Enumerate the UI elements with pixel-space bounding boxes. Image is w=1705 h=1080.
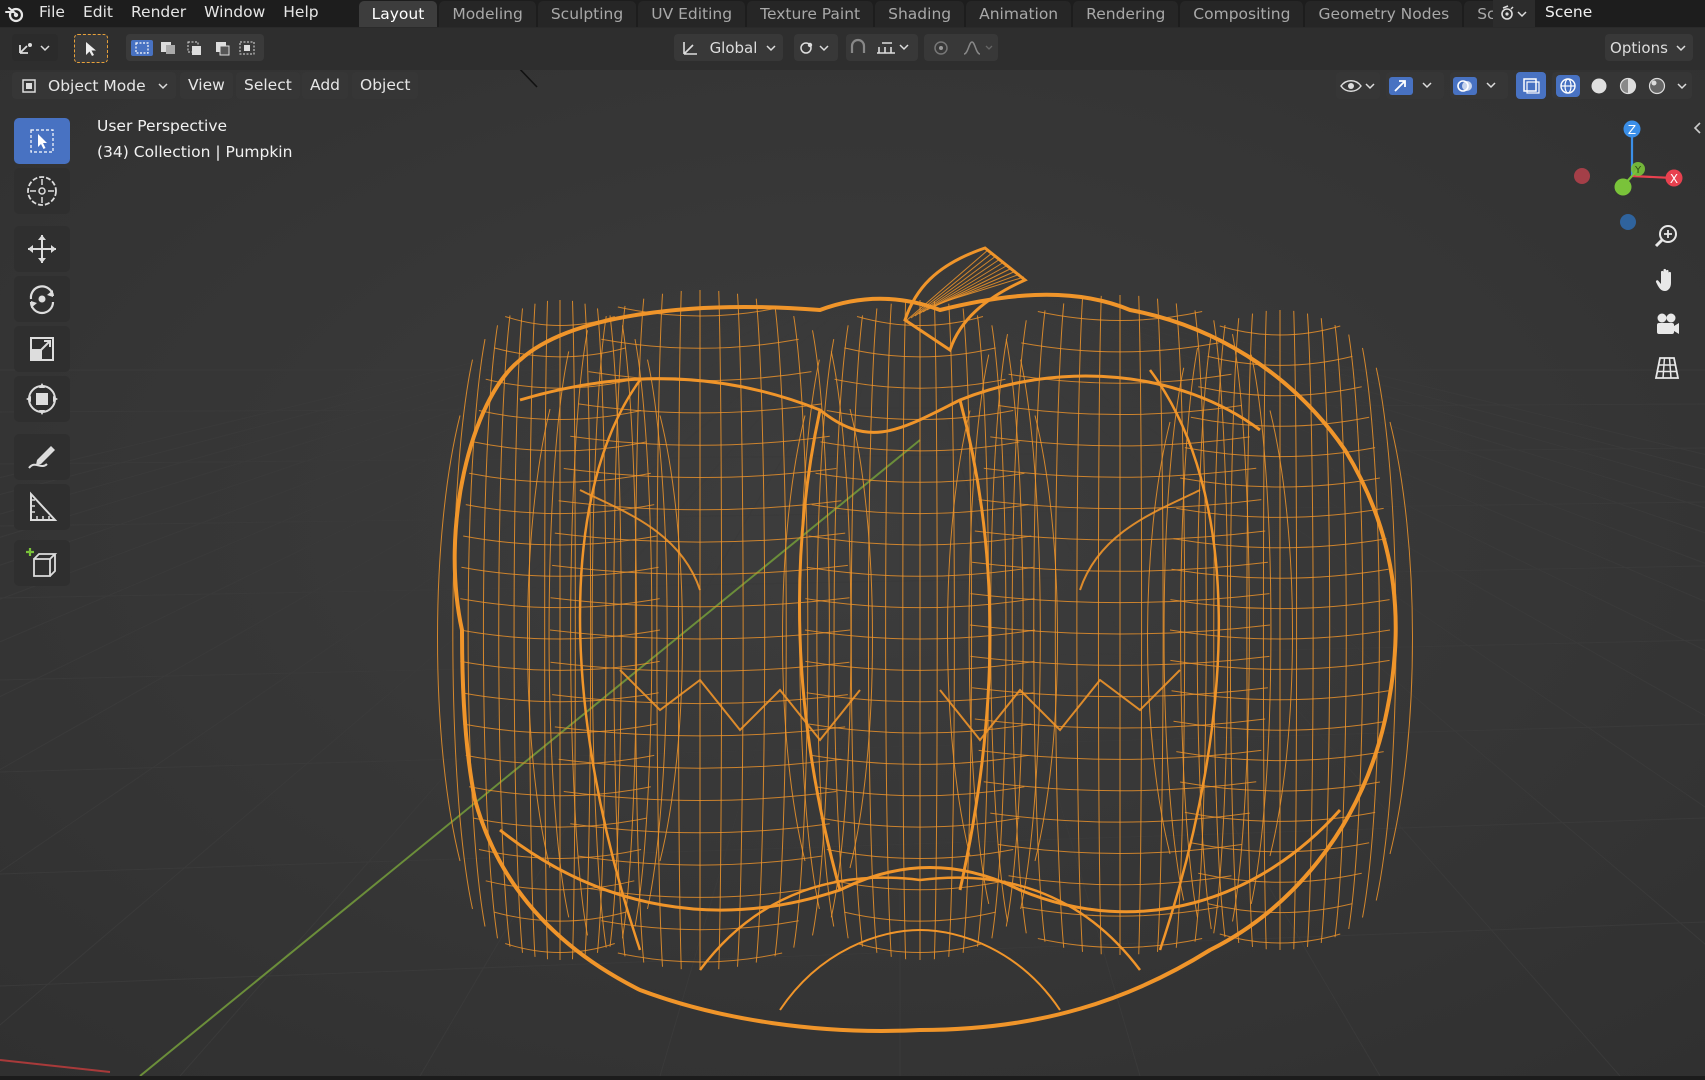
wireframe-shading-icon[interactable]	[1556, 74, 1581, 97]
zoom-icon	[1654, 225, 1677, 248]
gizmo-toggle[interactable]	[1386, 72, 1444, 99]
x-axis-label: X	[1670, 172, 1678, 186]
overlays-toggle[interactable]	[1450, 72, 1508, 99]
pivot-point-dropdown[interactable]	[794, 34, 838, 61]
chevron-down-icon[interactable]	[1676, 81, 1688, 91]
sidebar-toggle-icon[interactable]	[1690, 120, 1704, 136]
transform-orientation-dropdown[interactable]: Global	[674, 34, 783, 61]
hand-icon	[1655, 268, 1671, 291]
transform-icon	[26, 383, 58, 415]
top-bar: File Edit Render Window Help Layout Mode…	[0, 0, 1705, 27]
chevron-down-icon	[158, 82, 168, 89]
scene-dropdown-icon[interactable]	[1493, 0, 1535, 27]
menu-edit[interactable]: Edit	[74, 0, 122, 27]
orientation-icon	[682, 41, 697, 55]
menu-add[interactable]: Add	[302, 72, 349, 99]
menu-help[interactable]: Help	[274, 0, 327, 27]
options-label: Options	[1610, 38, 1668, 57]
viewport-header: Object Mode View Select Add Object	[0, 70, 1705, 104]
select-box-tool[interactable]	[14, 118, 70, 164]
object-mode-icon	[22, 78, 36, 93]
measure-icon	[30, 491, 58, 521]
tab-shading[interactable]: Shading	[875, 1, 965, 27]
tab-compositing[interactable]: Compositing	[1180, 1, 1304, 27]
xray-toggle[interactable]	[1516, 72, 1546, 99]
rotate-icon	[29, 285, 55, 315]
tab-modeling[interactable]: Modeling	[439, 1, 536, 27]
menu-select[interactable]: Select	[236, 72, 300, 99]
annotate-tool[interactable]	[14, 434, 70, 480]
proportional-editing-group[interactable]	[924, 34, 998, 61]
menu-object[interactable]: Object	[352, 72, 419, 99]
visibility-dropdown[interactable]	[1336, 72, 1380, 99]
tab-animation[interactable]: Animation	[966, 1, 1072, 27]
status-bar	[0, 1076, 1705, 1080]
object-mode-label: Object Mode	[48, 76, 146, 95]
tab-texture-paint[interactable]: Texture Paint	[747, 1, 874, 27]
menu-file[interactable]: File	[30, 0, 74, 27]
chevron-down-icon	[766, 44, 776, 51]
pan-button[interactable]	[1649, 262, 1685, 298]
neg-x-axis-ball[interactable]	[1574, 168, 1590, 184]
annotate-icon	[28, 446, 55, 469]
camera-icon	[1657, 313, 1679, 334]
scale-tool[interactable]	[14, 326, 70, 372]
options-dropdown[interactable]: Options	[1605, 34, 1693, 61]
rendered-shading-icon[interactable]	[1647, 76, 1667, 96]
menu-window[interactable]: Window	[195, 0, 274, 27]
scene-name-field[interactable]: Scene	[1535, 0, 1705, 27]
neg-z-axis-ball[interactable]	[1620, 214, 1636, 230]
add-cube-icon	[26, 548, 58, 577]
move-icon	[28, 235, 56, 263]
3d-viewport[interactable]: Object Mode View Select Add Object User …	[0, 70, 1705, 1076]
menu-view[interactable]: View	[180, 72, 233, 99]
tab-layout[interactable]: Layout	[358, 1, 438, 27]
shading-mode-group	[1552, 72, 1692, 99]
scene-selector: Scene	[1493, 0, 1705, 27]
z-axis-label: Z	[1628, 123, 1636, 137]
tab-rendering[interactable]: Rendering	[1073, 1, 1179, 27]
chevron-down-icon	[1676, 44, 1686, 51]
material-preview-icon[interactable]	[1618, 76, 1638, 96]
solid-shading-icon[interactable]	[1589, 76, 1609, 96]
camera-view-button[interactable]	[1649, 306, 1685, 342]
ortho-toggle-button[interactable]	[1649, 350, 1685, 386]
move-tool[interactable]	[14, 226, 70, 272]
object-info-label: (34) Collection | Pumpkin	[97, 143, 293, 161]
rotate-tool[interactable]	[14, 276, 70, 322]
editor-type-button[interactable]	[12, 34, 58, 61]
tool-settings-header: Global Options	[0, 28, 1705, 70]
tab-sculpting[interactable]: Sculpting	[537, 1, 637, 27]
scale-icon	[30, 337, 54, 361]
grid-icon	[1654, 357, 1680, 379]
snapping-group[interactable]	[846, 34, 918, 61]
select-box-icon	[30, 129, 54, 153]
blender-logo-icon[interactable]	[0, 0, 30, 27]
orientation-label: Global	[709, 38, 758, 57]
transform-tool[interactable]	[14, 376, 70, 422]
tab-geometry-nodes[interactable]: Geometry Nodes	[1305, 1, 1463, 27]
select-tool-indicator[interactable]	[74, 34, 108, 63]
y-axis-label: Y	[1634, 165, 1642, 176]
zoom-button[interactable]	[1649, 218, 1685, 254]
selection-mode-group	[126, 34, 264, 61]
tab-uv-editing[interactable]: UV Editing	[638, 1, 746, 27]
cursor-icon	[27, 176, 57, 206]
viewport-scene[interactable]	[0, 70, 1705, 1076]
menu-render[interactable]: Render	[122, 0, 195, 27]
cursor-tool[interactable]	[14, 168, 70, 214]
object-mode-dropdown[interactable]: Object Mode	[12, 72, 176, 99]
view-name-label: User Perspective	[97, 117, 228, 135]
add-cube-tool[interactable]	[14, 540, 70, 586]
workspace-tabs: Layout Modeling Sculpting UV Editing Tex…	[358, 0, 1562, 27]
measure-tool[interactable]	[14, 484, 70, 530]
neg-y-axis-ball[interactable]	[1614, 178, 1632, 196]
